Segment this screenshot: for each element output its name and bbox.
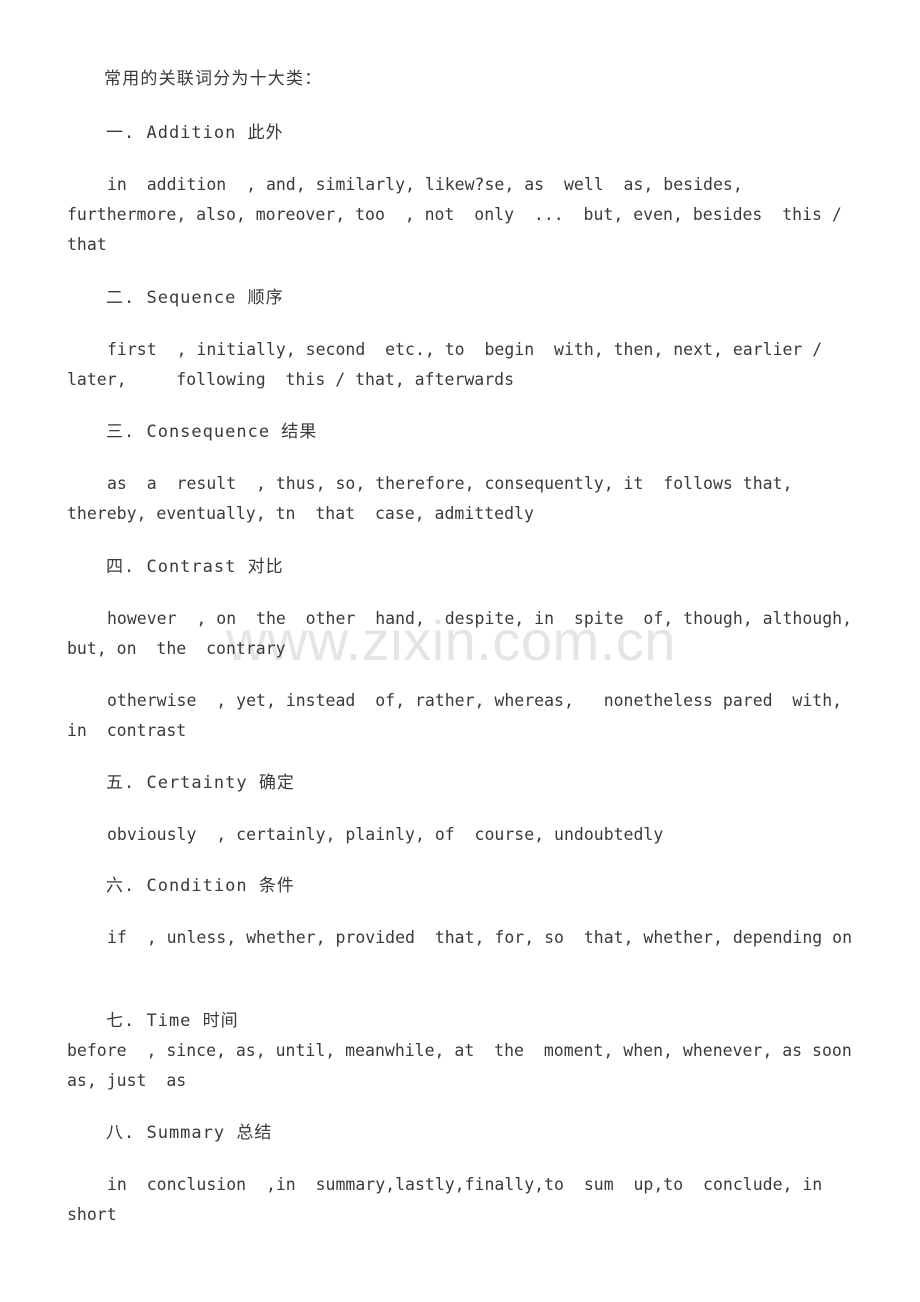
section-certainty: 五. Certainty 确定 obviously , certainly, p…: [0, 768, 920, 850]
section-body-sequence: first , initially, second etc., to begin…: [67, 340, 833, 389]
section-heading-sequence: 二. Sequence 顺序: [106, 288, 284, 308]
section-addition: 一. Addition 此外 in addition , and, simila…: [0, 118, 920, 260]
section-body-addition: in addition , and, similarly, likew?se, …: [67, 175, 852, 254]
section-heading-addition: 一. Addition 此外: [106, 123, 284, 143]
document-page: www.zixin.com.cn 常用的关联词分为十大类： 一. Additio…: [0, 0, 920, 1302]
section-heading-contrast: 四. Contrast 对比: [106, 557, 284, 577]
section-consequence: 三. Consequence 结果 as a result , thus, so…: [0, 417, 920, 529]
section-summary: 八. Summary 总结 in conclusion ,in summary,…: [0, 1118, 920, 1230]
section-time: 七. Time 时间 before , since, as, until, me…: [0, 1006, 920, 1096]
section-body-certainty: obviously , certainly, plainly, of cours…: [107, 825, 664, 844]
page-title: 常用的关联词分为十大类：: [104, 69, 323, 89]
section-body-contrast-2: otherwise , yet, instead of, rather, whe…: [67, 691, 853, 740]
section-body-time: before , since, as, until, meanwhile, at…: [67, 1041, 872, 1090]
section-body-consequence: as a result , thus, so, therefore, conse…: [67, 474, 803, 523]
section-heading-certainty: 五. Certainty 确定: [106, 773, 295, 793]
section-heading-time: 七. Time 时间: [106, 1011, 239, 1031]
section-body-contrast: however , on the other hand, despite, in…: [67, 609, 862, 658]
section-heading-consequence: 三. Consequence 结果: [106, 422, 318, 442]
section-heading-summary: 八. Summary 总结: [106, 1123, 273, 1143]
section-condition: 六. Condition 条件 if , unless, whether, pr…: [0, 871, 920, 953]
section-body-summary: in conclusion ,in summary,lastly,finally…: [67, 1175, 843, 1224]
section-sequence: 二. Sequence 顺序 first , initially, second…: [0, 283, 920, 395]
section-contrast: 四. Contrast 对比 however , on the other ha…: [0, 552, 920, 746]
section-heading-condition: 六. Condition 条件: [106, 876, 295, 896]
section-body-condition: if , unless, whether, provided that, for…: [107, 928, 853, 947]
